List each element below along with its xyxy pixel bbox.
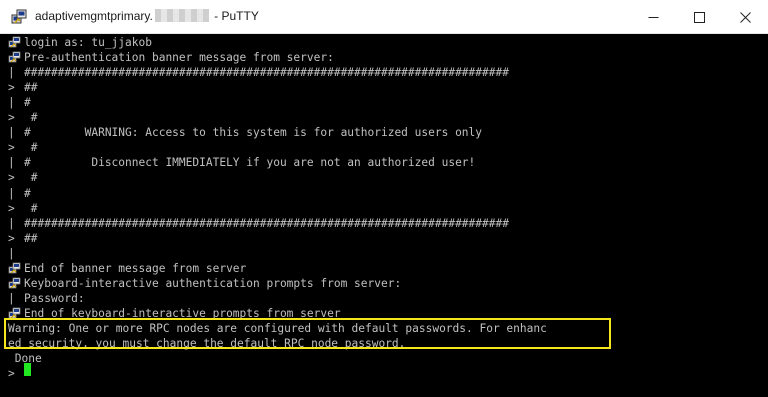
putty-app-icon	[11, 9, 27, 24]
line-text: # WARNING: Access to this system is for …	[24, 126, 483, 140]
line-text: ########################################…	[24, 66, 509, 80]
line-prefix-icon	[8, 277, 22, 292]
line-text: ##	[24, 231, 38, 245]
line-prefix: >	[8, 231, 15, 245]
line-prefix: |	[8, 291, 15, 305]
line-text: login as: tu_jjakob	[24, 36, 152, 49]
line-text: #	[24, 201, 38, 215]
putty-key-icon	[8, 262, 21, 274]
line-text: #	[24, 96, 31, 110]
putty-key-icon	[8, 277, 21, 289]
line-text: Password:	[24, 291, 85, 305]
window-title-suffix: - PuTTY	[210, 9, 259, 23]
line-text: #	[24, 111, 38, 125]
line-prefix: >	[8, 141, 15, 155]
line-prefix-icon	[8, 262, 22, 277]
line-text: #	[24, 186, 31, 200]
line-prefix: |	[8, 96, 15, 110]
line-prefix: >	[8, 111, 15, 125]
line-text: #	[24, 171, 38, 185]
line-prefix: |	[8, 216, 15, 230]
close-icon	[739, 11, 751, 23]
title-bar[interactable]: adaptivemgmtprimary. - PuTTY	[0, 0, 768, 34]
line-text: # Disconnect IMMEDIATELY if you are not …	[24, 156, 476, 170]
window-title-host: adaptivemgmtprimary.	[35, 9, 153, 23]
redacted-hostname	[154, 9, 209, 22]
minimize-button[interactable]	[630, 0, 676, 34]
line-prefix: |	[8, 66, 15, 80]
line-prefix: >	[8, 81, 15, 95]
line-text: ##	[24, 81, 38, 95]
putty-key-icon	[8, 36, 21, 48]
window-title: adaptivemgmtprimary. - PuTTY	[35, 9, 259, 23]
close-button[interactable]	[722, 0, 768, 34]
line-text: Keyboard-interactive authentication prom…	[24, 276, 402, 290]
warning-highlight-box	[4, 318, 611, 349]
line-prefix: |	[8, 126, 15, 140]
line-prefix: |	[8, 186, 15, 200]
line-text: #	[24, 141, 38, 155]
minimize-icon	[648, 16, 658, 18]
line-prefix: >	[8, 201, 15, 215]
putty-key-icon	[8, 51, 21, 63]
line-prefix: >	[8, 367, 15, 381]
line-prefix: >	[8, 171, 15, 185]
maximize-icon	[693, 11, 705, 23]
line-prefix: |	[8, 156, 15, 170]
line-text: ########################################…	[24, 216, 509, 230]
terminal-cursor	[24, 363, 31, 376]
scrollbar[interactable]	[754, 34, 768, 397]
line-prefix-icon	[8, 51, 22, 66]
line-text: Pre-authentication banner message from s…	[24, 51, 334, 65]
maximize-button[interactable]	[676, 0, 722, 34]
line-prefix: |	[8, 246, 15, 260]
line-text: End of banner message from server	[24, 261, 247, 275]
putty-window: adaptivemgmtprimary. - PuTTY login as: t…	[0, 0, 768, 397]
line-prefix-icon	[8, 36, 22, 51]
